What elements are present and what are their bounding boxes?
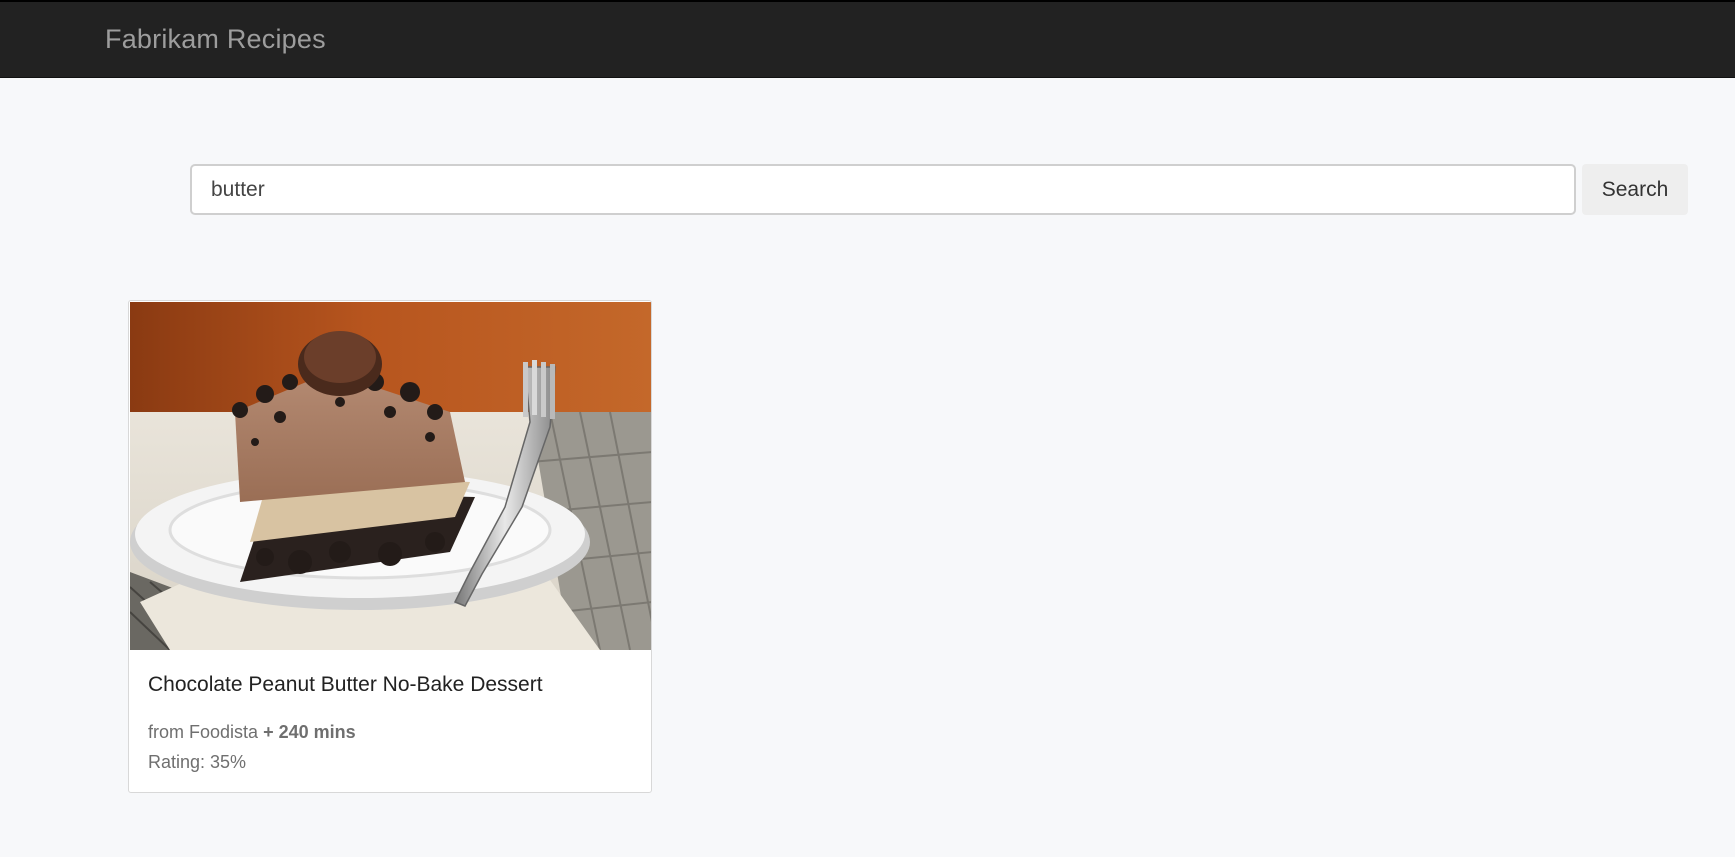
search-button[interactable]: Search: [1582, 164, 1688, 215]
recipe-rating: Rating: 35%: [148, 752, 247, 772]
search-input[interactable]: [190, 164, 1576, 215]
recipe-duration: + 240 mins: [263, 722, 356, 742]
recipe-meta: from Foodista + 240 mins: [148, 722, 356, 743]
recipe-card[interactable]: Chocolate Peanut Butter No-Bake Dessert …: [128, 300, 652, 793]
brand-link[interactable]: Fabrikam Recipes: [105, 24, 326, 55]
recipe-image[interactable]: [130, 302, 651, 650]
top-navbar: Fabrikam Recipes: [0, 0, 1735, 78]
recipe-source: from Foodista: [148, 722, 259, 742]
recipe-title[interactable]: Chocolate Peanut Butter No-Bake Dessert: [148, 673, 543, 697]
